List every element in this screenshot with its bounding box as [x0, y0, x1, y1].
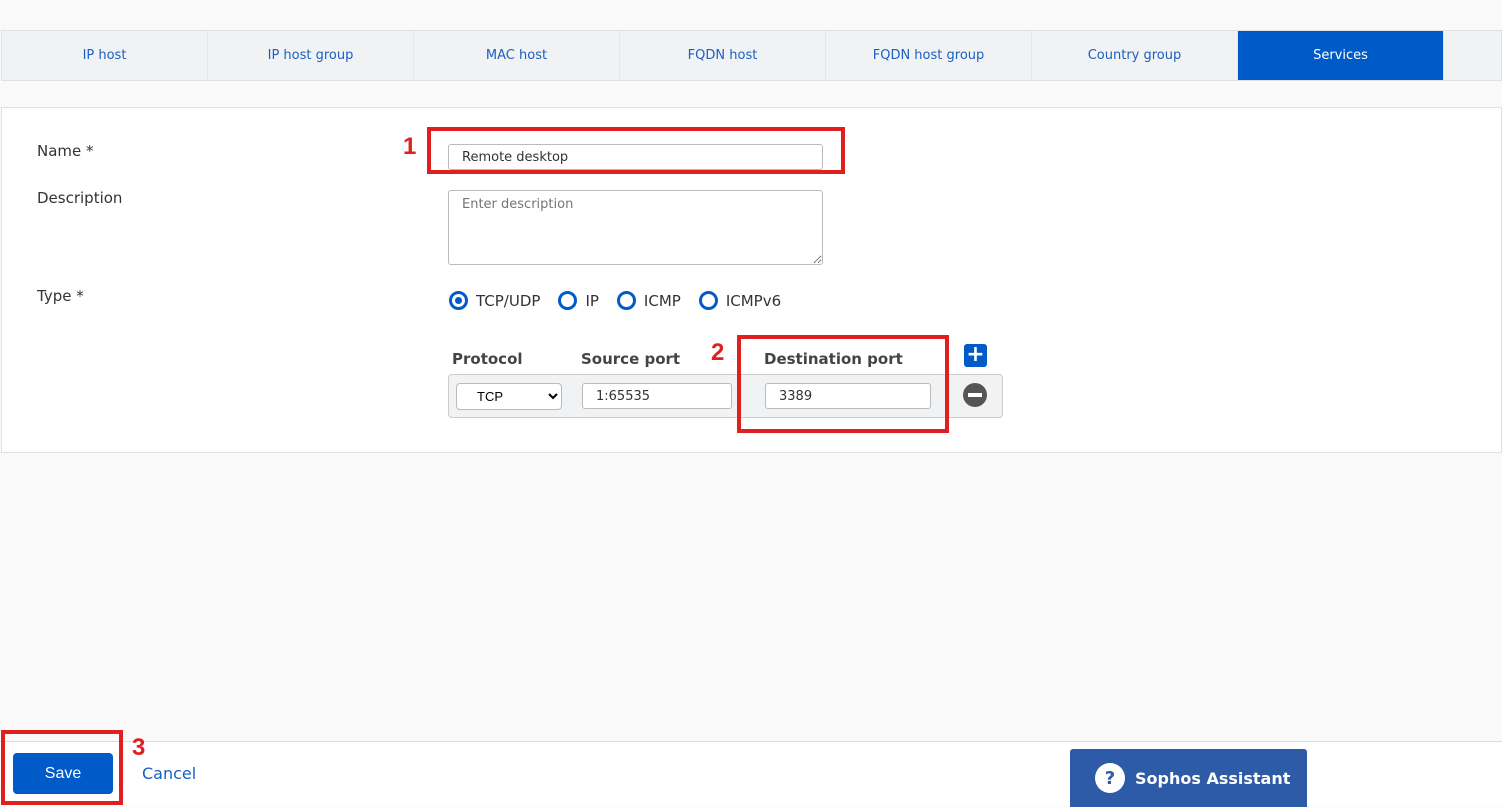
annotation-box-2 — [737, 335, 949, 433]
radio-tcp-udp[interactable]: TCP/UDP — [449, 291, 540, 310]
radio-label: IP — [585, 291, 599, 310]
type-label: Type * — [37, 287, 84, 305]
assistant-label: Sophos Assistant — [1135, 768, 1291, 788]
description-label: Description — [37, 189, 123, 207]
annotation-number-1: 1 — [403, 133, 417, 160]
source-port-header: Source port — [581, 350, 681, 368]
protocol-select[interactable]: TCP — [456, 383, 562, 410]
protocol-header: Protocol — [452, 350, 523, 368]
annotation-box-1 — [427, 127, 845, 174]
radio-label: ICMPv6 — [725, 291, 782, 310]
radio-checked-icon — [449, 291, 468, 310]
tab-mac-host[interactable]: MAC host — [414, 31, 620, 80]
radio-icmpv6[interactable]: ICMPv6 — [698, 291, 782, 310]
radio-unchecked-icon — [616, 291, 636, 310]
radio-unchecked-icon — [698, 291, 718, 310]
tab-bar: IP host IP host group MAC host FQDN host… — [1, 30, 1502, 81]
radio-ip[interactable]: IP — [558, 291, 599, 310]
tab-country-group[interactable]: Country group — [1032, 31, 1238, 80]
description-input[interactable] — [448, 190, 823, 265]
tab-fqdn-host-group[interactable]: FQDN host group — [826, 31, 1032, 80]
annotation-number-3: 3 — [132, 734, 146, 761]
source-port-input[interactable] — [582, 383, 732, 409]
remove-row-minus-icon[interactable] — [963, 383, 987, 407]
name-label: Name * — [37, 142, 94, 160]
radio-unchecked-icon — [558, 291, 578, 310]
footer-bar: Save Cancel ? Sophos Assistant — [0, 741, 1502, 807]
radio-label: TCP/UDP — [476, 291, 541, 310]
sophos-assistant-button[interactable]: ? Sophos Assistant — [1070, 749, 1307, 807]
type-radio-group: TCP/UDP IP ICMP ICMPv6 — [449, 291, 781, 310]
tab-services[interactable]: Services — [1238, 31, 1444, 80]
add-row-plus-icon[interactable]: + — [964, 344, 987, 367]
annotation-number-2: 2 — [711, 339, 725, 366]
radio-icmp[interactable]: ICMP — [616, 291, 681, 310]
cancel-link[interactable]: Cancel — [142, 764, 196, 783]
tab-ip-host[interactable]: IP host — [2, 31, 208, 80]
tab-fqdn-host[interactable]: FQDN host — [620, 31, 826, 80]
annotation-box-3 — [1, 730, 123, 805]
help-question-icon: ? — [1095, 763, 1125, 793]
radio-label: ICMP — [643, 291, 681, 310]
tab-ip-host-group[interactable]: IP host group — [208, 31, 414, 80]
